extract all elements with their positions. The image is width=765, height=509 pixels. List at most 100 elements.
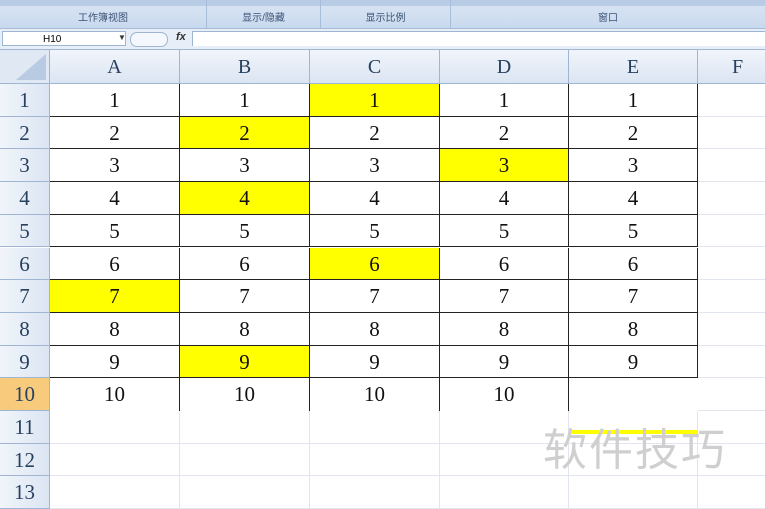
cell-e9[interactable]: 9: [569, 345, 698, 379]
cell-a7[interactable]: 7: [50, 280, 180, 313]
cell-d7[interactable]: 7: [440, 280, 569, 313]
column-header-c[interactable]: C: [310, 50, 440, 84]
cell-b10[interactable]: 10: [180, 378, 310, 411]
name-box[interactable]: H10: [2, 31, 126, 46]
empty-cell[interactable]: [50, 476, 180, 509]
empty-cell[interactable]: [698, 248, 765, 281]
formula-bar-resize-handle[interactable]: [130, 32, 168, 47]
cell-b8[interactable]: 8: [180, 312, 310, 346]
cell-d3[interactable]: 3: [440, 149, 569, 183]
row-header-5[interactable]: 5: [0, 214, 50, 248]
cell-d6[interactable]: 6: [440, 247, 569, 281]
cell-c8[interactable]: 8: [310, 312, 440, 346]
cell-d8[interactable]: 8: [440, 312, 569, 346]
select-all-button[interactable]: [0, 50, 50, 84]
empty-cell[interactable]: [698, 215, 765, 248]
cell-c9[interactable]: 9: [310, 345, 440, 379]
cell-a3[interactable]: 3: [50, 149, 180, 183]
empty-cell[interactable]: [310, 476, 440, 509]
cell-d9[interactable]: 9: [440, 345, 569, 379]
cell-c6[interactable]: 6: [310, 247, 440, 281]
ribbon-group-workbook-views[interactable]: 工作簿视图: [0, 0, 207, 28]
cell-c1[interactable]: 1: [310, 84, 440, 117]
empty-cell[interactable]: [310, 443, 440, 477]
empty-cell[interactable]: [569, 476, 698, 509]
row-header-1[interactable]: 1: [0, 84, 50, 117]
cell-b1[interactable]: 1: [180, 84, 310, 117]
row-header-9[interactable]: 9: [0, 345, 50, 379]
cell-c2[interactable]: 2: [310, 116, 440, 150]
cell-a4[interactable]: 4: [50, 182, 180, 215]
cell-b5[interactable]: 5: [180, 214, 310, 248]
ribbon-group-show-hide[interactable]: 显示/隐藏: [207, 0, 321, 28]
empty-cell[interactable]: [698, 476, 765, 509]
row-header-8[interactable]: 8: [0, 312, 50, 346]
cell-c5[interactable]: 5: [310, 214, 440, 248]
cell-b9[interactable]: 9: [180, 345, 310, 379]
cell-a2[interactable]: 2: [50, 116, 180, 150]
column-header-b[interactable]: B: [180, 50, 310, 84]
row-header-3[interactable]: 3: [0, 149, 50, 183]
column-header-a[interactable]: A: [50, 50, 180, 84]
column-header-d[interactable]: D: [440, 50, 569, 84]
cell-b7[interactable]: 7: [180, 280, 310, 313]
cell-c10[interactable]: 10: [310, 378, 440, 411]
cell-a10[interactable]: 10: [50, 378, 180, 411]
cell-b6[interactable]: 6: [180, 247, 310, 281]
cell-e2[interactable]: 2: [569, 116, 698, 150]
empty-cell[interactable]: [50, 411, 180, 444]
cell-e3[interactable]: 3: [569, 149, 698, 183]
insert-function-icon[interactable]: fx: [176, 31, 186, 43]
cell-e4[interactable]: 4: [569, 182, 698, 215]
empty-cell[interactable]: [698, 280, 765, 313]
row-header-10[interactable]: 10: [0, 378, 50, 411]
ribbon-group-window[interactable]: 窗口: [451, 0, 765, 28]
cell-d5[interactable]: 5: [440, 214, 569, 248]
cell-a1[interactable]: 1: [50, 84, 180, 117]
cell-c4[interactable]: 4: [310, 182, 440, 215]
empty-cell[interactable]: [180, 411, 310, 444]
empty-cell[interactable]: [698, 346, 765, 379]
cell-d1[interactable]: 1: [440, 84, 569, 117]
cell-a6[interactable]: 6: [50, 247, 180, 281]
row-header-6[interactable]: 6: [0, 247, 50, 281]
column-header-f[interactable]: F: [698, 50, 765, 84]
row-header-11[interactable]: 11: [0, 411, 50, 444]
empty-cell[interactable]: [180, 443, 310, 477]
chevron-down-icon[interactable]: ▼: [118, 33, 126, 42]
cell-b3[interactable]: 3: [180, 149, 310, 183]
formula-input[interactable]: [192, 31, 765, 46]
cell-e8[interactable]: 8: [569, 312, 698, 346]
empty-cell[interactable]: [698, 149, 765, 183]
cell-e1[interactable]: 1: [569, 84, 698, 117]
cell-d2[interactable]: 2: [440, 116, 569, 150]
cell-e6[interactable]: 6: [569, 247, 698, 281]
row-header-2[interactable]: 2: [0, 116, 50, 150]
cell-a8[interactable]: 8: [50, 312, 180, 346]
empty-cell[interactable]: [180, 476, 310, 509]
empty-cell[interactable]: [698, 313, 765, 346]
column-header-e[interactable]: E: [569, 50, 698, 84]
cell-d10[interactable]: 10: [440, 378, 569, 411]
row-header-4[interactable]: 4: [0, 182, 50, 215]
empty-cell[interactable]: [698, 182, 765, 215]
cell-b4[interactable]: 4: [180, 182, 310, 215]
empty-cell[interactable]: [50, 443, 180, 477]
row-header-12[interactable]: 12: [0, 443, 50, 477]
cell-d4[interactable]: 4: [440, 182, 569, 215]
cell-a5[interactable]: 5: [50, 214, 180, 248]
empty-cell[interactable]: [310, 411, 440, 444]
row-header-13[interactable]: 13: [0, 476, 50, 509]
cell-e5[interactable]: 5: [569, 214, 698, 248]
empty-cell[interactable]: [698, 84, 765, 117]
empty-cell[interactable]: [698, 378, 765, 411]
cell-c7[interactable]: 7: [310, 280, 440, 313]
cell-a9[interactable]: 9: [50, 345, 180, 379]
empty-cell[interactable]: [440, 476, 569, 509]
empty-cell[interactable]: [698, 117, 765, 150]
cell-e7[interactable]: 7: [569, 280, 698, 313]
ribbon-group-zoom[interactable]: 显示比例: [321, 0, 451, 28]
cell-c3[interactable]: 3: [310, 149, 440, 183]
row-header-7[interactable]: 7: [0, 280, 50, 313]
cell-b2[interactable]: 2: [180, 116, 310, 150]
